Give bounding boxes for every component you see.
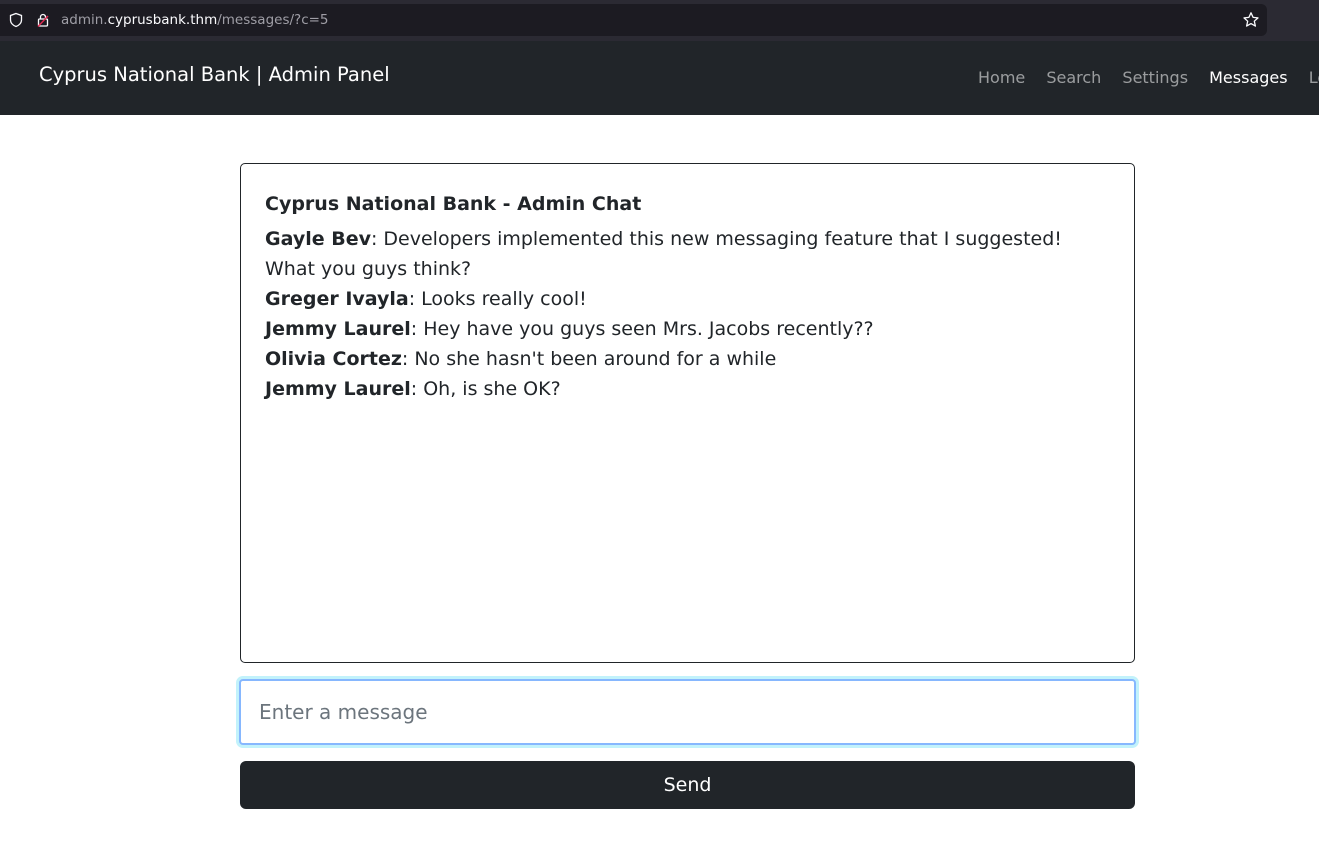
lock-icon[interactable]	[35, 12, 51, 28]
message-sender: Greger Ivayla	[265, 288, 409, 310]
chat-message: Jemmy Laurel: Hey have you guys seen Mrs…	[265, 314, 1110, 344]
browser-toolbar: admin.cyprusbank.thm/messages/?c=5	[0, 0, 1319, 41]
shield-icon[interactable]	[8, 12, 24, 28]
nav-link-search[interactable]: Search	[1046, 67, 1101, 89]
message-sender: Jemmy Laurel	[265, 378, 411, 400]
chat-title: Cyprus National Bank - Admin Chat	[265, 193, 642, 215]
send-button[interactable]: Send	[240, 761, 1135, 809]
nav-link-messages[interactable]: Messages	[1209, 67, 1287, 89]
nav-links: Home Search Settings Messages Logout	[978, 67, 1319, 89]
chat-message: Gayle Bev: Developers implemented this n…	[265, 224, 1110, 284]
navbar-brand[interactable]: Cyprus National Bank | Admin Panel	[39, 61, 390, 89]
navbar: Cyprus National Bank | Admin Panel Home …	[0, 41, 1319, 115]
url-prefix: admin.	[61, 12, 108, 28]
url-text: admin.cyprusbank.thm/messages/?c=5	[61, 11, 329, 29]
url-domain: cyprusbank.thm	[107, 12, 218, 28]
message-text: : No she hasn't been around for a while	[401, 348, 777, 370]
address-bar[interactable]: admin.cyprusbank.thm/messages/?c=5	[0, 4, 1267, 36]
message-text: : Oh, is she OK?	[410, 378, 561, 400]
message-sender: Jemmy Laurel	[265, 318, 411, 340]
message-text: : Hey have you guys seen Mrs. Jacobs rec…	[410, 318, 874, 340]
nav-link-logout[interactable]: Logout	[1309, 67, 1319, 89]
nav-link-home[interactable]: Home	[978, 67, 1025, 89]
chat-box[interactable]: Cyprus National Bank - Admin Chat Gayle …	[240, 163, 1135, 663]
message-sender: Olivia Cortez	[265, 348, 402, 370]
chat-message: Jemmy Laurel: Oh, is she OK?	[265, 374, 1110, 404]
message-input[interactable]	[239, 679, 1136, 745]
message-sender: Gayle Bev	[265, 228, 371, 250]
nav-link-settings[interactable]: Settings	[1122, 67, 1188, 89]
chat-message: Greger Ivayla: Looks really cool!	[265, 284, 1110, 314]
bookmark-star-icon[interactable]	[1242, 11, 1260, 29]
url-path: /messages/?c=5	[217, 12, 329, 28]
message-text: : Looks really cool!	[408, 288, 587, 310]
chat-message: Olivia Cortez: No she hasn't been around…	[265, 344, 1110, 374]
message-text: : Developers implemented this new messag…	[265, 228, 1062, 280]
